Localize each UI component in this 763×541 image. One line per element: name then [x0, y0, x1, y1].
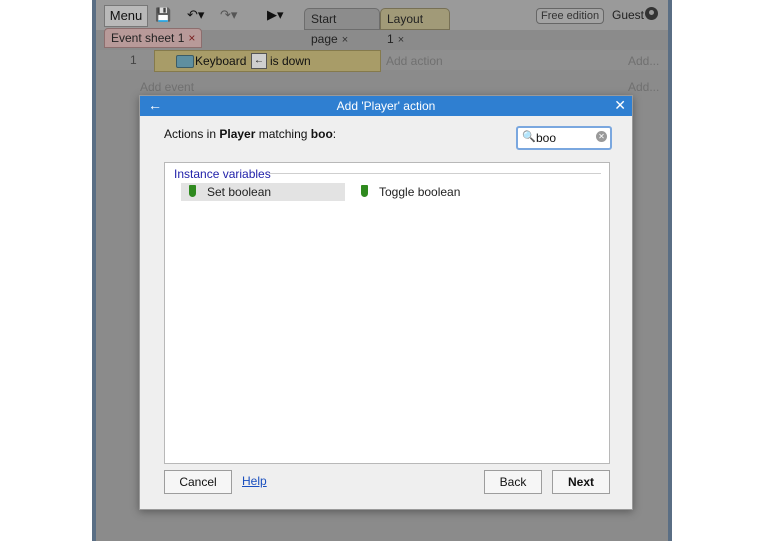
condition-object: Keyboard: [195, 54, 247, 68]
user-label[interactable]: Guest: [612, 8, 644, 22]
tab-label: Layout 1: [387, 12, 424, 46]
add-action-dialog: Add 'Player' action ← ✕ Actions in Playe…: [139, 95, 633, 510]
keyboard-icon: [176, 55, 194, 68]
clear-search-icon[interactable]: ✕: [596, 131, 607, 142]
instance-variable-icon: [361, 185, 368, 197]
play-icon[interactable]: ▶▾: [267, 6, 284, 24]
instance-variable-icon: [189, 185, 196, 197]
add-event-link[interactable]: Add event: [140, 80, 194, 94]
search-input[interactable]: 🔍 boo ✕: [516, 126, 612, 150]
edition-badge[interactable]: Free edition: [536, 8, 605, 24]
redo-icon[interactable]: ↷▾: [220, 6, 237, 24]
back-button[interactable]: Back: [484, 470, 542, 494]
close-icon[interactable]: ×: [188, 31, 195, 45]
tab-layout-1[interactable]: Layout 1 ×: [380, 8, 450, 46]
dialog-title-bar: Add 'Player' action ← ✕: [140, 96, 632, 116]
object-name: Player: [219, 127, 256, 141]
cancel-button[interactable]: Cancel: [164, 470, 232, 494]
user-icon[interactable]: [645, 7, 658, 20]
next-button[interactable]: Next: [552, 470, 610, 494]
list-item-toggle-boolean[interactable]: Toggle boolean: [353, 183, 503, 201]
add-more-link[interactable]: Add...: [628, 80, 659, 94]
close-icon[interactable]: ×: [398, 34, 404, 46]
prompt-text: :: [332, 127, 337, 141]
query-text: boo: [310, 127, 333, 141]
window-edge: [92, 0, 96, 541]
undo-icon[interactable]: ↶▾: [187, 6, 204, 24]
event-condition[interactable]: Keyboard ← is down: [154, 50, 381, 72]
search-prompt: Actions in Player matching boo:: [164, 127, 336, 141]
divider: [269, 173, 601, 174]
help-link[interactable]: Help: [242, 474, 267, 488]
menu-button[interactable]: Menu: [104, 5, 148, 27]
main-toolbar: Menu 💾 ↶▾ ↷▾ ▶▾ Start page × Layout 1 × Fr…: [92, 0, 672, 46]
search-value: boo: [536, 131, 557, 145]
prompt-text: Actions in: [164, 127, 217, 141]
close-icon[interactable]: ✕: [614, 97, 626, 114]
search-icon: 🔍: [522, 131, 536, 143]
condition-text: is down: [270, 54, 311, 68]
list-item-set-boolean[interactable]: Set boolean: [181, 183, 345, 201]
tab-label: Event sheet 1: [111, 31, 185, 45]
save-icon[interactable]: 💾: [155, 6, 171, 24]
window-edge: [668, 0, 672, 541]
dialog-title: Add 'Player' action: [336, 99, 436, 113]
back-arrow-icon[interactable]: ←: [148, 97, 162, 113]
item-label: Toggle boolean: [379, 185, 461, 199]
add-more-link[interactable]: Add...: [628, 54, 659, 68]
add-action-link[interactable]: Add action: [386, 54, 443, 68]
tab-event-sheet[interactable]: Event sheet 1 ×: [104, 28, 203, 48]
action-list: Instance variables Set boolean Toggle bo…: [164, 162, 610, 464]
left-arrow-key-icon: ←: [251, 53, 267, 69]
prompt-text: matching: [258, 127, 308, 141]
item-label: Set boolean: [207, 185, 272, 199]
event-row: 1 Keyboard ← is down Add action Add...: [92, 50, 672, 72]
event-number: 1: [130, 53, 137, 67]
tab-start-page[interactable]: Start page ×: [304, 8, 380, 46]
tab-label: Start page: [311, 12, 338, 46]
close-icon[interactable]: ×: [342, 34, 348, 46]
group-header: Instance variables: [174, 167, 271, 181]
